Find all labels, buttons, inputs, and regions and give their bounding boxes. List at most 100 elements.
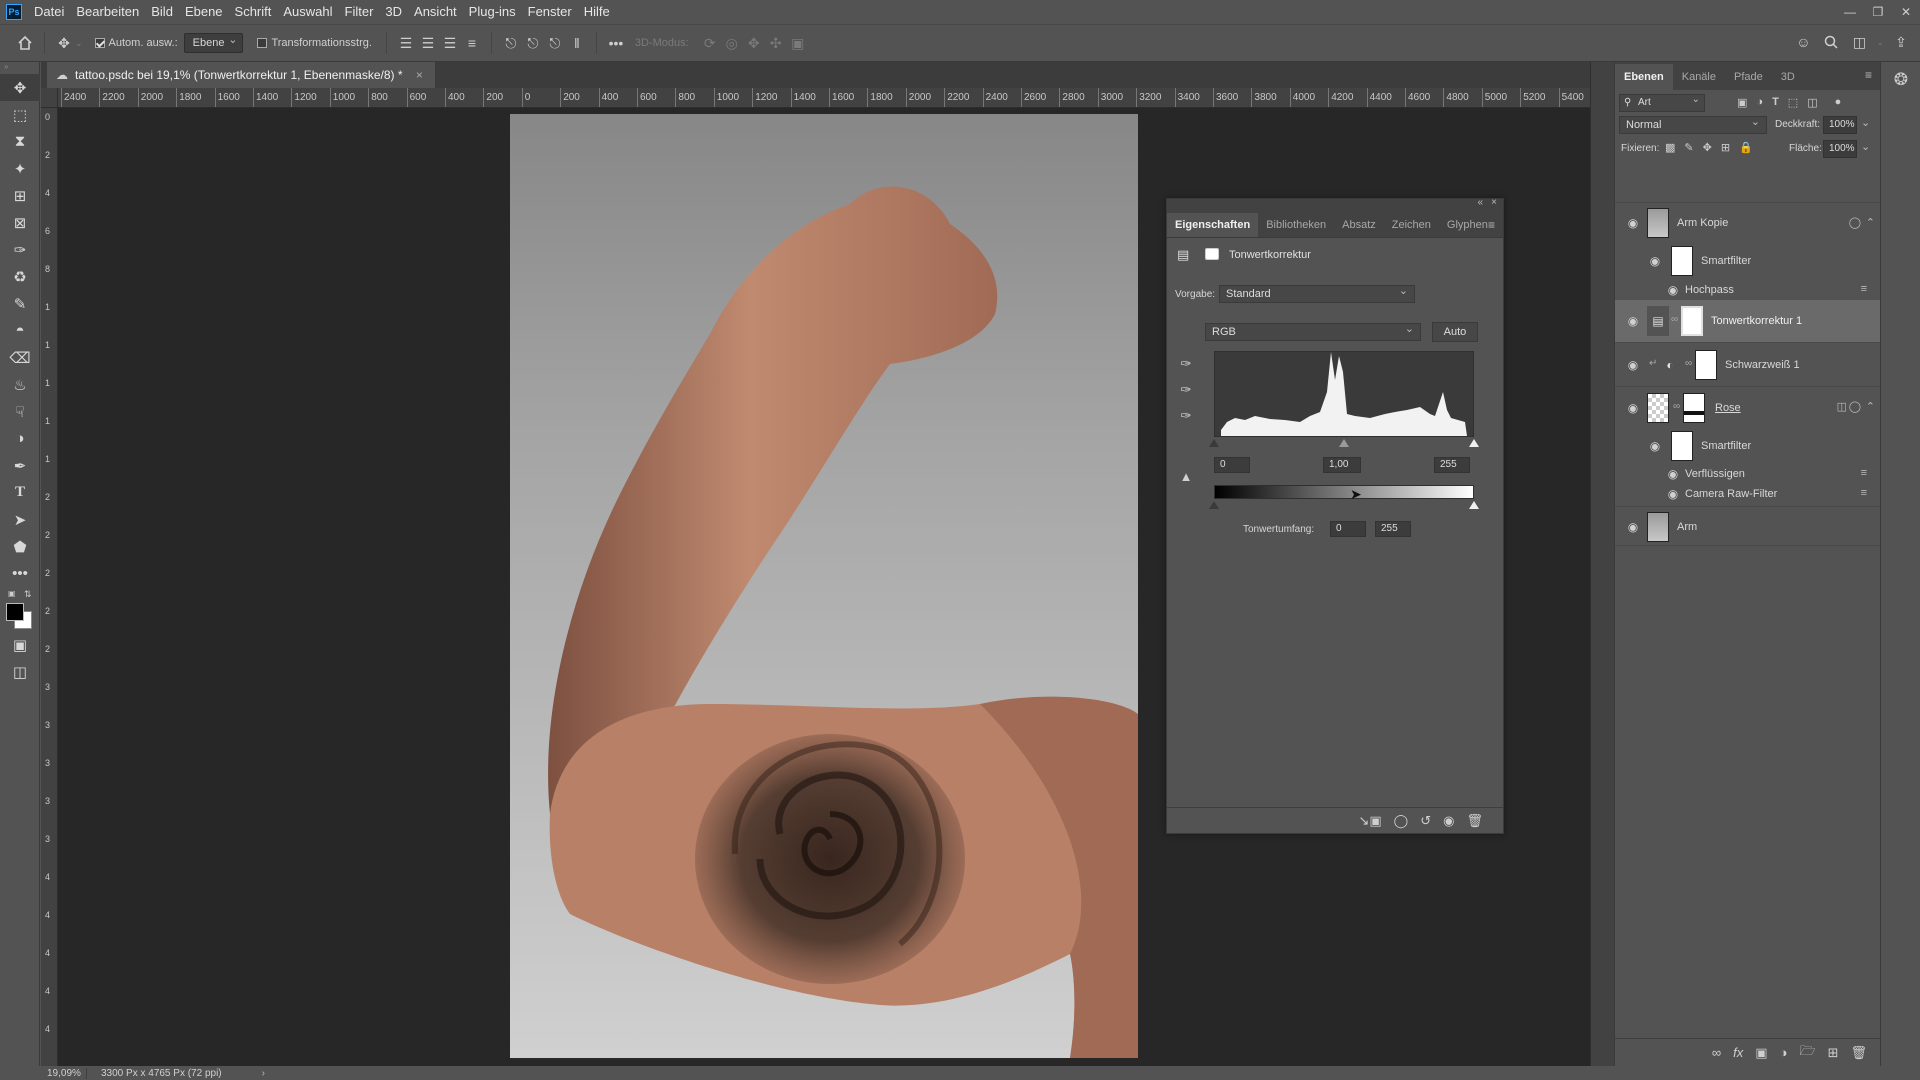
search-icon[interactable] xyxy=(1820,31,1842,53)
visibility-eye-icon[interactable]: ◉ xyxy=(1443,813,1454,829)
chevron-down-icon[interactable]: ⌄ xyxy=(1876,31,1884,53)
align-top-icon[interactable]: ⎋ xyxy=(500,32,522,54)
channel-dropdown[interactable]: RGB xyxy=(1205,321,1421,341)
more-tools-icon[interactable]: ••• xyxy=(0,560,40,587)
collapse-icon[interactable]: » xyxy=(0,62,39,74)
zoom-level[interactable]: 19,09% xyxy=(41,1067,87,1079)
dodge-tool-icon[interactable]: ◑ xyxy=(0,425,40,452)
chevron-down-icon[interactable]: ⌄ xyxy=(1861,140,1870,153)
pen-tool-icon[interactable]: ✒ xyxy=(0,452,40,479)
crop-tool-icon[interactable]: ⊞ xyxy=(0,182,40,209)
move-tool-icon[interactable]: ✥ xyxy=(0,74,40,101)
distribute-vertical-icon[interactable]: ‖ xyxy=(566,32,588,54)
stamp-tool-icon[interactable]: ◓ xyxy=(0,317,40,344)
document-info[interactable]: 3300 Px x 4765 Px (72 ppi) xyxy=(87,1068,222,1079)
visibility-eye-icon[interactable]: ◉ xyxy=(1625,358,1641,372)
workspace-icon[interactable]: ◫ xyxy=(1848,31,1870,53)
collapsed-panels-strip[interactable] xyxy=(1590,62,1614,1066)
layer-row[interactable]: ◉ Verflüssigen ≡ xyxy=(1615,464,1881,484)
new-adjustment-icon[interactable]: ◑ xyxy=(1780,1045,1788,1060)
gray-point-eyedropper-icon[interactable]: ✑ xyxy=(1177,381,1195,399)
filter-options-icon[interactable]: ≡ xyxy=(1861,283,1867,295)
layer-name[interactable]: Smartfilter xyxy=(1701,255,1751,267)
input-gamma-field[interactable]: 1,00 xyxy=(1323,457,1361,473)
output-black-field[interactable]: 0 xyxy=(1330,521,1366,537)
reset-icon[interactable]: ↺ xyxy=(1420,813,1431,829)
menu-hilfe[interactable]: Hilfe xyxy=(578,0,616,24)
lock-pixels-icon[interactable]: ✎ xyxy=(1684,141,1693,154)
layer-row[interactable]: ◉ Smartfilter xyxy=(1615,428,1881,464)
visibility-eye-icon[interactable]: ◉ xyxy=(1665,283,1681,297)
smart-filter-mask-thumbnail[interactable] xyxy=(1671,246,1693,276)
filter-type-icon[interactable]: T xyxy=(1772,96,1779,109)
paint-bucket-icon[interactable]: ♨ xyxy=(0,371,40,398)
layer-name[interactable]: Verflüssigen xyxy=(1685,468,1745,480)
chevron-down-icon[interactable]: ⌄ xyxy=(75,38,83,49)
filter-toggle-icon[interactable]: ● xyxy=(1835,96,1842,109)
photoshop-logo[interactable]: Ps xyxy=(6,4,22,20)
blend-mode-dropdown[interactable]: Normal xyxy=(1619,114,1767,134)
layer-name[interactable]: Smartfilter xyxy=(1701,440,1751,452)
tab-pfade[interactable]: Pfade xyxy=(1725,64,1772,90)
3d-roll-icon[interactable]: ◎ xyxy=(721,32,743,54)
menu-datei[interactable]: Datei xyxy=(28,0,70,24)
eyedropper-tool-icon[interactable]: ✑ xyxy=(0,236,40,263)
tab-3d[interactable]: 3D xyxy=(1772,64,1804,90)
document-canvas[interactable] xyxy=(510,114,1138,1058)
align-left-icon[interactable]: ☰ xyxy=(395,32,417,54)
clip-to-layer-icon[interactable]: ↘▣ xyxy=(1358,813,1381,829)
input-gamma-slider[interactable] xyxy=(1339,439,1349,447)
delete-layer-icon[interactable]: 🗑 xyxy=(1850,1045,1867,1061)
visibility-eye-icon[interactable]: ◉ xyxy=(1647,439,1663,453)
menu-ebene[interactable]: Ebene xyxy=(179,0,229,24)
3d-slide-icon[interactable]: ✣ xyxy=(765,32,787,54)
tab-zeichen[interactable]: Zeichen xyxy=(1384,213,1439,237)
healing-brush-icon[interactable]: ♻ xyxy=(0,263,40,290)
auto-button[interactable]: Auto xyxy=(1432,322,1478,342)
layer-name[interactable]: Arm Kopie xyxy=(1677,217,1728,229)
visibility-eye-icon[interactable]: ◉ xyxy=(1665,487,1681,501)
align-middle-icon[interactable]: ⎋ xyxy=(522,32,544,54)
layer-row[interactable]: ◉ Hochpass ≡ xyxy=(1615,280,1881,300)
chevron-down-icon[interactable]: ⌄ xyxy=(1861,116,1870,129)
link-icon[interactable]: ∞ xyxy=(1685,358,1692,369)
swap-colors-icon[interactable]: ⇅ xyxy=(24,589,32,600)
layer-filter-dropdown[interactable]: ⚲ Art ⌄ xyxy=(1619,94,1705,112)
lock-position-icon[interactable]: ✥ xyxy=(1703,141,1712,154)
collapse-arrow-icon[interactable]: ⌃ xyxy=(1866,216,1875,229)
brush-tool-icon[interactable]: ✎ xyxy=(0,290,40,317)
filter-adjustment-icon[interactable]: ◑ xyxy=(1756,96,1763,109)
menu-filter[interactable]: Filter xyxy=(339,0,380,24)
lock-all-icon[interactable]: 🔒 xyxy=(1739,141,1753,154)
menu-schrift[interactable]: Schrift xyxy=(229,0,278,24)
eraser-tool-icon[interactable]: ⌫ xyxy=(0,344,40,371)
tab-absatz[interactable]: Absatz xyxy=(1334,213,1384,237)
layer-name[interactable]: Schwarzweiß 1 xyxy=(1725,359,1800,371)
input-black-slider[interactable] xyxy=(1209,439,1219,447)
collapse-panel-icon[interactable]: « xyxy=(1477,197,1483,208)
3d-orbit-icon[interactable]: ⟳ xyxy=(699,32,721,54)
panel-menu-icon[interactable]: ≡ xyxy=(1865,68,1872,82)
filter-smart-object-icon[interactable]: ◫ xyxy=(1807,96,1817,109)
foreground-color-swatch[interactable] xyxy=(6,603,24,621)
smart-filter-icon[interactable]: ◯ xyxy=(1849,400,1861,413)
output-white-field[interactable]: 255 xyxy=(1375,521,1411,537)
layer-row[interactable]: ◉ ∞ Rose ◫ ◯ ⌃ xyxy=(1615,386,1881,428)
layer-name[interactable]: Tonwertkorrektur 1 xyxy=(1711,315,1802,327)
type-tool-icon[interactable]: T xyxy=(0,479,40,506)
menu-bearbeiten[interactable]: Bearbeiten xyxy=(70,0,145,24)
ruler-origin[interactable] xyxy=(41,88,58,108)
layer-mask-thumbnail[interactable] xyxy=(1695,350,1717,380)
visibility-eye-icon[interactable]: ◉ xyxy=(1625,401,1641,415)
auto-select-checkbox[interactable]: Autom. ausw.: xyxy=(94,37,178,49)
layer-name[interactable]: Hochpass xyxy=(1685,284,1734,296)
fill-field[interactable]: 100% xyxy=(1823,140,1857,158)
home-icon[interactable] xyxy=(14,32,36,54)
minimize-icon[interactable]: — xyxy=(1836,0,1864,24)
shape-tool-icon[interactable]: ⬟ xyxy=(0,533,40,560)
menu-3d[interactable]: 3D xyxy=(379,0,408,24)
white-point-eyedropper-icon[interactable]: ✑ xyxy=(1177,407,1195,425)
menu-ansicht[interactable]: Ansicht xyxy=(408,0,463,24)
layer-name[interactable]: Arm xyxy=(1677,521,1697,533)
preset-dropdown[interactable]: Standard xyxy=(1219,283,1415,303)
